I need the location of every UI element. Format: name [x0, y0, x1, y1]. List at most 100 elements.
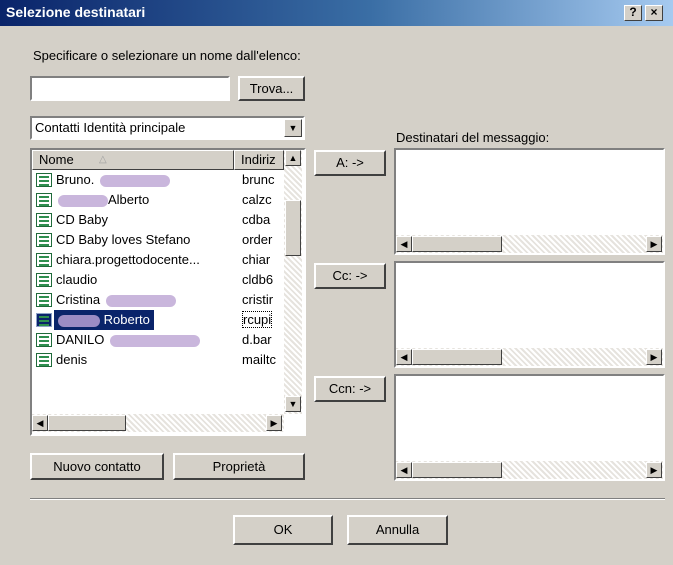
column-header-name[interactable]: Nome △: [32, 150, 234, 170]
horizontal-scrollbar[interactable]: ◀ ▶: [396, 235, 663, 253]
horizontal-scrollbar[interactable]: ◀ ▶: [396, 348, 663, 366]
table-row[interactable]: CD Baby cdba: [32, 210, 284, 230]
table-row-selected[interactable]: Roberto rcupi: [32, 310, 284, 330]
contact-name: Roberto: [54, 310, 154, 330]
cc-button[interactable]: Cc: ->: [314, 263, 386, 289]
scroll-up-arrow-icon[interactable]: ▲: [285, 150, 301, 166]
new-contact-label: Nuovo contatto: [53, 459, 141, 474]
bcc-recipients-list[interactable]: ◀ ▶: [394, 374, 665, 481]
redaction-blur: [58, 314, 100, 327]
scroll-left-arrow-icon[interactable]: ◀: [396, 236, 412, 252]
contact-name: Alberto: [56, 190, 149, 210]
scroll-right-arrow-icon[interactable]: ▶: [646, 236, 662, 252]
contact-card-icon: [36, 193, 52, 207]
redaction-blur: [99, 174, 170, 187]
cc-recipients-list[interactable]: ◀ ▶: [394, 261, 665, 368]
contact-card-icon: [36, 293, 52, 307]
column-header-email[interactable]: Indiriz: [234, 150, 284, 170]
scroll-left-arrow-icon[interactable]: ◀: [396, 349, 412, 365]
table-row[interactable]: DANILO d.bar: [32, 330, 284, 350]
new-contact-button[interactable]: Nuovo contatto: [30, 453, 164, 480]
table-row[interactable]: claudio cldb6: [32, 270, 284, 290]
scroll-thumb[interactable]: [412, 462, 502, 478]
contact-email: cdba: [242, 212, 271, 227]
search-input[interactable]: [30, 76, 230, 101]
contact-name: DANILO: [56, 330, 201, 350]
window-title: Selezione destinatari: [6, 4, 146, 20]
redaction-blur: [58, 194, 108, 207]
scroll-right-arrow-icon[interactable]: ▶: [646, 349, 662, 365]
scroll-thumb[interactable]: [412, 349, 502, 365]
contact-card-icon: [36, 253, 52, 267]
search-instruction: Specificare o selezionare un nome dall'e…: [33, 48, 301, 63]
contact-card-icon: [36, 333, 52, 347]
contact-card-icon: [36, 273, 52, 287]
contact-name: Bruno.: [56, 170, 170, 190]
find-button-label: Trova...: [249, 81, 294, 96]
properties-label: Proprietà: [212, 459, 266, 474]
to-recipients-list[interactable]: ◀ ▶: [394, 148, 665, 255]
table-row[interactable]: denis mailtc: [32, 350, 284, 370]
cancel-label: Annulla: [375, 522, 420, 537]
cancel-button[interactable]: Annulla: [347, 515, 448, 545]
contact-card-icon: [36, 173, 52, 187]
find-button[interactable]: Trova...: [238, 76, 305, 101]
column-name-label: Nome: [39, 152, 74, 167]
contact-card-icon: [36, 213, 52, 227]
contact-name: chiara.progettodocente...: [56, 252, 200, 267]
contact-email: chiar: [242, 252, 271, 267]
contact-rows: Bruno. brunc Alberto calzc CD Baby cdba CD…: [32, 170, 284, 370]
scroll-left-arrow-icon[interactable]: ◀: [396, 462, 412, 478]
contact-email: order: [242, 232, 273, 247]
redaction-blur: [105, 294, 176, 307]
column-email-label: Indiriz: [241, 152, 276, 167]
address-book-value: Contatti Identità principale: [35, 120, 186, 135]
vertical-scrollbar[interactable]: ▲ ▼: [284, 150, 302, 414]
help-button[interactable]: ?: [624, 5, 642, 21]
table-row[interactable]: Cristina cristir: [32, 290, 284, 310]
contact-card-icon: [36, 353, 52, 367]
to-button[interactable]: A: ->: [314, 150, 386, 176]
scroll-down-arrow-icon[interactable]: ▼: [285, 396, 301, 412]
contact-email: cristir: [242, 292, 274, 307]
ok-button[interactable]: OK: [233, 515, 333, 545]
contact-email: cldb6: [242, 272, 274, 287]
table-row[interactable]: Alberto calzc: [32, 190, 284, 210]
sort-ascending-icon: △: [99, 154, 107, 165]
contact-email: mailtc: [242, 352, 276, 367]
contact-name: CD Baby: [56, 212, 109, 227]
scroll-thumb[interactable]: [48, 415, 126, 431]
contact-card-icon: [36, 233, 52, 247]
bcc-button-label: Ccn: ->: [328, 381, 372, 396]
contact-card-icon: [36, 313, 52, 327]
contact-email: brunc: [242, 172, 275, 187]
properties-button[interactable]: Proprietà: [173, 453, 305, 480]
close-button[interactable]: ×: [645, 5, 663, 21]
divider: [30, 498, 665, 500]
contact-list[interactable]: Nome △ Indiriz Bruno. brunc Alberto calzc…: [30, 148, 306, 436]
contact-name: denis: [56, 352, 88, 367]
to-button-label: A: ->: [336, 155, 364, 170]
contact-email: calzc: [242, 192, 272, 207]
contact-name: claudio: [56, 272, 98, 287]
table-row[interactable]: Bruno. brunc: [32, 170, 284, 190]
horizontal-scrollbar[interactable]: ◀ ▶: [396, 461, 663, 479]
contact-email: d.bar: [242, 332, 272, 347]
scroll-left-arrow-icon[interactable]: ◀: [32, 415, 48, 431]
scroll-thumb[interactable]: [285, 200, 301, 256]
redaction-blur: [110, 334, 201, 347]
contact-name: Cristina: [56, 290, 176, 310]
recipients-heading: Destinatari del messaggio:: [396, 130, 550, 145]
contact-email: rcupi: [242, 311, 273, 328]
chevron-down-icon[interactable]: ▼: [284, 119, 302, 137]
scroll-thumb[interactable]: [412, 236, 502, 252]
address-book-select[interactable]: Contatti Identità principale ▼: [30, 116, 305, 140]
table-row[interactable]: chiara.progettodocente... chiar: [32, 250, 284, 270]
contact-name: CD Baby loves Stefano: [56, 232, 191, 247]
cc-button-label: Cc: ->: [332, 268, 368, 283]
scroll-right-arrow-icon[interactable]: ▶: [646, 462, 662, 478]
bcc-button[interactable]: Ccn: ->: [314, 376, 386, 402]
scroll-right-arrow-icon[interactable]: ▶: [266, 415, 282, 431]
table-row[interactable]: CD Baby loves Stefano order: [32, 230, 284, 250]
horizontal-scrollbar[interactable]: ◀ ▶: [32, 414, 284, 432]
